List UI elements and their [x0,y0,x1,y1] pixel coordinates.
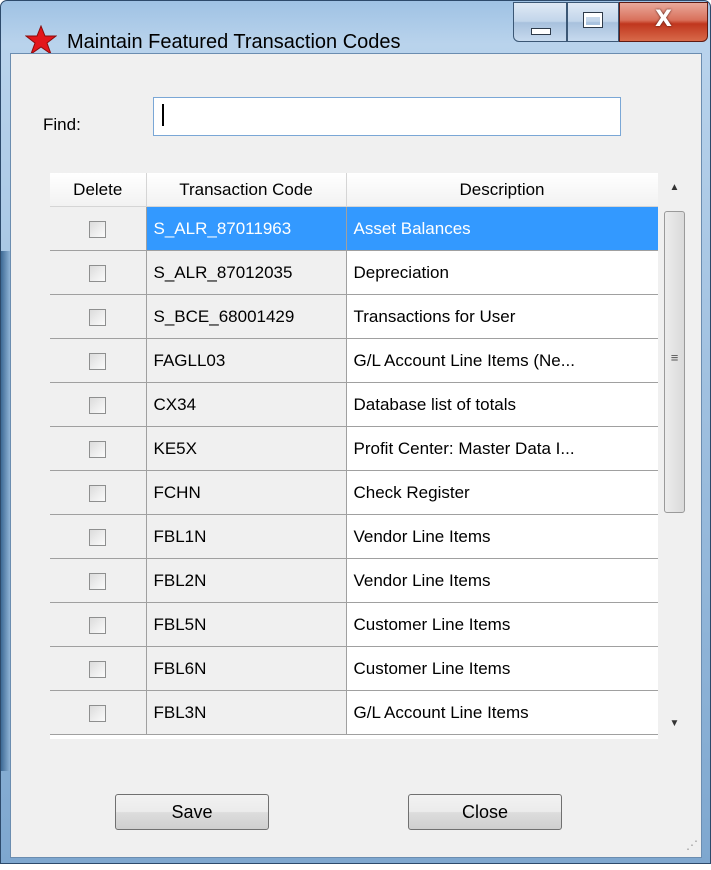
description-cell[interactable]: Profit Center: Master Data I... [346,426,659,471]
transaction-code-cell[interactable]: FBL2N [146,558,347,603]
save-button[interactable]: Save [115,794,269,830]
transaction-code-cell[interactable]: FBL1N [146,514,347,559]
delete-checkbox[interactable] [89,352,107,370]
table-row[interactable]: FBL1N Vendor Line Items [50,514,659,559]
delete-cell [50,294,147,339]
delete-cell [50,470,147,515]
transaction-code-cell[interactable]: FBL3N [146,690,347,735]
transaction-code-cell[interactable]: KE5X [146,426,347,471]
delete-cell [50,602,147,647]
grid-header-row: Delete Transaction Code Description [50,173,659,207]
description-cell[interactable]: Check Register [346,470,659,515]
delete-checkbox[interactable] [89,264,107,282]
maximize-button[interactable] [567,2,619,42]
maximize-icon [583,12,603,28]
description-cell[interactable]: Depreciation [346,250,659,295]
text-caret [162,104,164,126]
delete-checkbox[interactable] [89,308,107,326]
column-header-delete[interactable]: Delete [50,173,147,207]
table-row[interactable]: FBL3N G/L Account Line Items [50,690,659,735]
vertical-scrollbar[interactable]: ▲ ≡ ▼ [658,173,691,739]
description-cell[interactable]: Customer Line Items [346,646,659,691]
table-row[interactable]: FCHN Check Register [50,470,659,515]
column-header-transaction-code[interactable]: Transaction Code [146,173,347,207]
transaction-grid[interactable]: Delete Transaction Code Description S_AL… [50,173,690,739]
description-cell[interactable]: G/L Account Line Items (Ne... [346,338,659,383]
description-cell[interactable]: Database list of totals [346,382,659,427]
delete-checkbox[interactable] [89,528,107,546]
delete-checkbox[interactable] [89,704,107,722]
description-cell[interactable]: Vendor Line Items [346,514,659,559]
description-cell[interactable]: Vendor Line Items [346,558,659,603]
find-input[interactable] [153,97,621,136]
description-cell[interactable]: Asset Balances [346,206,659,251]
resize-grip-icon[interactable]: ⋰ [686,838,698,852]
close-window-button[interactable]: X [619,2,708,42]
title-bar[interactable]: Maintain Featured Transaction Codes X [1,1,710,55]
table-row[interactable]: S_ALR_87011963 Asset Balances [50,206,659,251]
column-header-description[interactable]: Description [346,173,659,207]
delete-checkbox[interactable] [89,572,107,590]
delete-cell [50,426,147,471]
delete-cell [50,646,147,691]
description-cell[interactable]: G/L Account Line Items [346,690,659,735]
transaction-code-cell[interactable]: FAGLL03 [146,338,347,383]
transaction-code-cell[interactable]: S_ALR_87011963 [146,206,347,251]
scroll-up-arrow-icon[interactable]: ▲ [658,173,691,203]
minimize-button[interactable] [513,2,567,42]
transaction-code-cell[interactable]: FBL5N [146,602,347,647]
delete-cell [50,338,147,383]
delete-checkbox[interactable] [89,660,107,678]
transaction-code-cell[interactable]: S_ALR_87012035 [146,250,347,295]
window-title: Maintain Featured Transaction Codes [67,31,401,53]
description-cell[interactable]: Transactions for User [346,294,659,339]
transaction-code-cell[interactable]: FCHN [146,470,347,515]
delete-cell [50,382,147,427]
delete-checkbox[interactable] [89,616,107,634]
transaction-code-cell[interactable]: FBL6N [146,646,347,691]
delete-cell [50,558,147,603]
table-row[interactable]: FAGLL03 G/L Account Line Items (Ne... [50,338,659,383]
table-row[interactable]: FBL6N Customer Line Items [50,646,659,691]
delete-cell [50,514,147,559]
delete-checkbox[interactable] [89,396,107,414]
delete-cell [50,250,147,295]
delete-checkbox[interactable] [89,484,107,502]
table-row[interactable]: FBL2N Vendor Line Items [50,558,659,603]
scroll-down-arrow-icon[interactable]: ▼ [658,709,691,739]
description-cell[interactable]: Customer Line Items [346,602,659,647]
table-row[interactable]: KE5X Profit Center: Master Data I... [50,426,659,471]
table-row[interactable]: S_BCE_68001429 Transactions for User [50,294,659,339]
window-frame-edge [1,251,10,771]
delete-checkbox[interactable] [89,440,107,458]
red-star-icon [25,25,57,55]
table-row[interactable]: CX34 Database list of totals [50,382,659,427]
find-label: Find: [43,115,81,134]
table-row[interactable]: FBL5N Customer Line Items [50,602,659,647]
delete-cell [50,690,147,735]
delete-checkbox[interactable] [89,220,107,238]
minimize-icon [531,28,551,35]
transaction-code-cell[interactable]: CX34 [146,382,347,427]
close-button[interactable]: Close [408,794,562,830]
delete-cell [50,206,147,251]
transaction-code-cell[interactable]: S_BCE_68001429 [146,294,347,339]
scrollbar-thumb[interactable]: ≡ [664,211,685,513]
table-row[interactable]: S_ALR_87012035 Depreciation [50,250,659,295]
grip-icon: ≡ [670,350,679,365]
close-icon: X [655,7,672,32]
